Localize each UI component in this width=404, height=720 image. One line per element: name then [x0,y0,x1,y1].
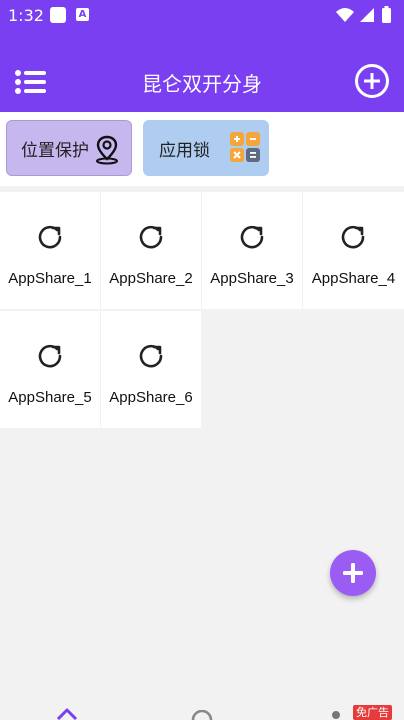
status-time: 1:32 [8,6,44,25]
app-lock-button[interactable]: 应用锁 [143,120,269,176]
calculator-icon [230,132,260,162]
refresh-icon [139,344,163,368]
location-pin-icon [96,135,118,165]
app-item-label: AppShare_6 [109,389,193,406]
no-ads-badge: 免广告 [353,705,392,720]
app-item-label: AppShare_2 [109,270,193,287]
app-item-label: AppShare_5 [8,389,92,406]
quick-actions-bar: 位置保护 应用锁 [0,112,404,186]
refresh-icon [341,225,365,249]
location-protection-button[interactable]: 位置保护 [6,120,132,176]
app-lock-label: 应用锁 [159,140,210,161]
app-bar: 昆仑双开分身 [0,30,404,112]
app-item-label: AppShare_3 [210,270,294,287]
app-item-label: AppShare_1 [8,270,92,287]
a-notification-icon: A [76,8,89,21]
refresh-icon [38,225,62,249]
app-item-5[interactable]: AppShare_5 [0,311,100,428]
refresh-icon [38,344,62,368]
refresh-icon [240,225,264,249]
app-item-3[interactable]: AppShare_3 [202,192,302,309]
system-icons [336,6,391,23]
refresh-icon [139,225,163,249]
app-item-6[interactable]: AppShare_6 [101,311,201,428]
notification-icon [50,7,66,23]
plus-icon [343,563,363,583]
bottom-nav [0,700,404,720]
home-tab-icon[interactable] [56,708,78,720]
location-protection-label: 位置保护 [21,140,89,161]
app-item-1[interactable]: AppShare_1 [0,192,100,309]
page-title: 昆仑双开分身 [142,72,262,96]
discover-tab-icon[interactable] [191,710,213,720]
app-item-2[interactable]: AppShare_2 [101,192,201,309]
add-app-fab[interactable] [330,550,376,596]
app-item-label: AppShare_4 [311,270,396,287]
profile-tab-icon[interactable] [330,710,342,720]
add-circle-icon[interactable] [354,63,390,99]
app-item-4[interactable]: AppShare_4 [303,192,404,309]
status-bar: 1:32 A [0,0,404,30]
